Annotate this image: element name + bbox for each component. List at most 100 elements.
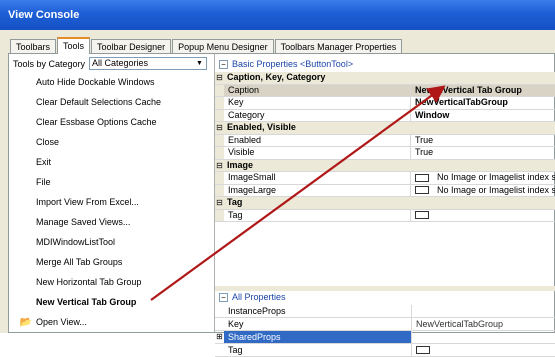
property-name: InstanceProps [224,305,412,317]
collapse-toggle-icon[interactable]: ⊟ [215,159,224,171]
tab-toolbar-designer[interactable]: Toolbar Designer [91,39,172,53]
chevron-down-icon[interactable]: ▼ [194,58,205,69]
tool-list-item-label: New Vertical Tab Group [36,297,137,307]
property-value[interactable]: New &Vertical Tab Group [411,84,555,96]
property-row[interactable]: Caption New &Vertical Tab Group [215,84,555,97]
tool-list-item-label: MDIWindowListTool [36,237,116,247]
tab-tools[interactable]: Tools [57,37,91,54]
tab-toolbars-manager-properties[interactable]: Toolbars Manager Properties [274,39,403,53]
property-value[interactable]: True [411,147,555,159]
property-value[interactable]: True [411,135,555,147]
property-category-label: Enabled, Visible [227,122,296,132]
all-properties-title: All Properties [232,292,286,302]
tool-list-item-label: Close [36,137,60,147]
property-value[interactable]: Window [411,110,555,122]
all-properties-header[interactable]: − All Properties [215,290,555,304]
category-select[interactable]: All Categories ▼ [89,57,207,70]
tool-list-item[interactable]: New Horizontal Tab Group [13,272,209,292]
row-gutter [215,305,224,317]
tab-toolbars[interactable]: Toolbars [10,39,57,53]
tool-list-item[interactable]: Auto Hide Dockable Windows [13,72,209,92]
collapse-toggle-icon[interactable]: ⊟ [215,197,224,209]
property-row[interactable]: Enabled True [215,134,555,147]
property-row[interactable]: ImageLarge No Image or Imagelist index sp… [215,184,555,197]
tool-list-item[interactable]: File [13,172,209,192]
property-category[interactable]: ⊟ Caption, Key, Category [215,72,555,85]
basic-properties-grid: ⊟ Caption, Key, Category Caption New &Verti… [215,72,555,222]
property-name: ImageLarge [224,184,411,196]
tool-list-item[interactable]: Manage Saved Views... [13,212,209,232]
collapse-toggle-icon[interactable]: − [219,292,228,302]
row-gutter [215,344,224,356]
tool-list-item[interactable]: MDIWindowListTool [13,232,209,252]
tool-list-item[interactable]: New Vertical Tab Group [13,292,209,312]
property-name: Caption [224,84,411,96]
category-select-value: All Categories [92,58,149,68]
all-property-row[interactable]: Tag [215,344,555,357]
property-name: Key [224,97,411,109]
row-gutter [215,134,224,146]
tool-list-item[interactable]: Close [13,132,209,152]
property-value[interactable] [411,210,555,222]
property-value[interactable]: NewVerticalTabGroup [412,318,555,330]
tool-list-item[interactable]: Merge All Tab Groups [13,252,209,272]
property-value[interactable] [412,305,555,317]
property-row[interactable]: Category Window [215,109,555,122]
basic-properties-header[interactable]: − Basic Properties <ButtonTool> [215,57,555,71]
row-gutter [215,97,224,109]
tool-list-item-label: Exit [36,157,52,167]
property-value-text: No Image or Imagelist index specified [437,172,555,183]
tools-list: Auto Hide Dockable Windows Clear Default … [13,72,209,332]
property-category[interactable]: ⊟ Enabled, Visible [215,122,555,135]
property-value[interactable] [412,344,555,356]
all-property-row[interactable]: InstanceProps [215,305,555,318]
tool-list-item[interactable]: Clear Essbase Options Cache [13,112,209,132]
property-row[interactable]: Key NewVerticalTabGroup [215,97,555,110]
property-value-text: NewVerticalTabGroup [416,319,504,329]
collapse-toggle-icon[interactable]: − [219,59,228,69]
all-properties-grid: InstanceProps Key NewVerticalTabGroup ⊞ Shar… [215,305,555,357]
tool-list-item[interactable]: 📂 Open View... [13,312,209,332]
property-category[interactable]: ⊟ Tag [215,197,555,210]
property-row[interactable]: Tag [215,209,555,222]
tool-list-item-label: Clear Essbase Options Cache [36,117,157,127]
all-property-row[interactable]: Key NewVerticalTabGroup [215,318,555,331]
property-value-text: True [415,134,434,145]
property-value[interactable]: No Image or Imagelist index specified [411,185,555,197]
property-category[interactable]: ⊟ Image [215,159,555,172]
row-gutter [215,109,224,121]
tool-list-item-label: File [36,177,51,187]
tool-list-item-label: Open View... [36,317,87,327]
property-value[interactable]: NewVerticalTabGroup [411,97,555,109]
tool-list-item-label: Clear Default Selections Cache [36,97,162,107]
property-name: ImageSmall [224,172,411,184]
collapse-toggle-icon[interactable]: ⊟ [215,72,224,84]
folder-icon: 📂 [19,316,33,328]
property-value-text: New &Vertical Tab Group [415,84,522,95]
property-value-text: NewVerticalTabGroup [415,97,508,108]
tools-panel: Tools by Category All Categories ▼ Auto … [8,53,555,357]
tab-popup-menu-designer[interactable]: Popup Menu Designer [172,39,274,53]
category-filter: Tools by Category All Categories ▼ [13,57,209,70]
row-gutter [215,318,224,330]
category-filter-label: Tools by Category [13,58,86,69]
property-row[interactable]: ImageSmall No Image or Imagelist index sp… [215,172,555,185]
property-name: Tag [224,344,412,356]
window-body: Toolbars Tools Toolbar Designer Popup Menu … [0,30,555,357]
basic-properties-title: Basic Properties <ButtonTool> [232,59,354,69]
tool-list-item-label: Import View From Excel... [36,197,139,207]
property-row[interactable]: Visible True [215,147,555,160]
tab-strip: Toolbars Tools Toolbar Designer Popup Menu … [10,37,403,54]
tool-list-item-label: Merge All Tab Groups [36,257,123,267]
property-pane: − Basic Properties <ButtonTool> ⊟ Caption… [214,54,555,357]
tool-list-item[interactable]: Clear Default Selections Cache [13,92,209,112]
collapse-toggle-icon[interactable]: ⊟ [215,122,224,134]
tool-list-item-label: New Horizontal Tab Group [36,277,142,287]
property-category-label: Tag [227,197,243,207]
tool-list-item[interactable]: Import View From Excel... [13,192,209,212]
property-name: Visible [224,147,411,159]
tool-list-item-label: Auto Hide Dockable Windows [36,77,155,87]
property-value[interactable]: No Image or Imagelist index specified [411,172,555,184]
tool-list-item[interactable]: Exit [13,152,209,172]
row-gutter [215,184,224,196]
